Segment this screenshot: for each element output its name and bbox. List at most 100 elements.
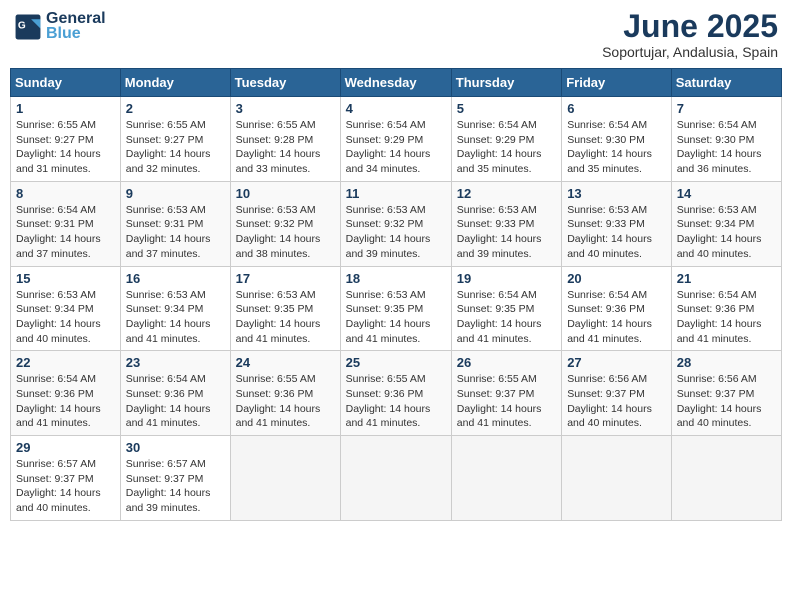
calendar-cell: 18Sunrise: 6:53 AM Sunset: 9:35 PM Dayli… [340,266,451,351]
day-number: 30 [126,440,225,455]
calendar-cell: 13Sunrise: 6:53 AM Sunset: 9:33 PM Dayli… [562,181,672,266]
day-info: Sunrise: 6:54 AM Sunset: 9:36 PM Dayligh… [677,288,776,347]
day-info: Sunrise: 6:54 AM Sunset: 9:30 PM Dayligh… [677,118,776,177]
day-number: 19 [457,271,556,286]
day-info: Sunrise: 6:55 AM Sunset: 9:37 PM Dayligh… [457,372,556,431]
day-number: 8 [16,186,115,201]
day-info: Sunrise: 6:56 AM Sunset: 9:37 PM Dayligh… [677,372,776,431]
location-subtitle: Soportujar, Andalusia, Spain [602,44,778,60]
day-number: 10 [236,186,335,201]
day-number: 2 [126,101,225,116]
calendar-header-row: SundayMondayTuesdayWednesdayThursdayFrid… [11,69,782,97]
day-number: 9 [126,186,225,201]
calendar-cell: 17 Sunrise: 6:53 AM Sunset: 9:35 PM Dayli… [230,266,340,351]
logo-icon: G [14,13,42,41]
calendar-week-row: 15 Sunrise: 6:53 AM Sunset: 9:34 PM Dayli… [11,266,782,351]
day-info: Sunrise: 6:54 AM Sunset: 9:36 PM Dayligh… [567,288,666,347]
calendar-table: SundayMondayTuesdayWednesdayThursdayFrid… [10,68,782,521]
day-number: 27 [567,355,666,370]
day-number: 25 [346,355,446,370]
calendar-cell: 26 Sunrise: 6:55 AM Sunset: 9:37 PM Dayli… [451,351,561,436]
calendar-cell: 3 Sunrise: 6:55 AM Sunset: 9:28 PM Daylig… [230,97,340,182]
day-number: 20 [567,271,666,286]
calendar-week-row: 8 Sunrise: 6:54 AM Sunset: 9:31 PM Daylig… [11,181,782,266]
day-number: 16 [126,271,225,286]
day-info: Sunrise: 6:53 AM Sunset: 9:33 PM Dayligh… [457,203,556,262]
day-number: 26 [457,355,556,370]
calendar-cell: 27Sunrise: 6:56 AM Sunset: 9:37 PM Dayli… [562,351,672,436]
calendar-cell [230,436,340,521]
svg-text:G: G [18,20,26,31]
calendar-cell: 5Sunrise: 6:54 AM Sunset: 9:29 PM Daylig… [451,97,561,182]
day-info: Sunrise: 6:55 AM Sunset: 9:36 PM Dayligh… [346,372,446,431]
day-number: 17 [236,271,335,286]
col-header-thursday: Thursday [451,69,561,97]
page-header: G General Blue June 2025 Soportujar, And… [10,10,782,60]
calendar-cell: 4Sunrise: 6:54 AM Sunset: 9:29 PM Daylig… [340,97,451,182]
day-number: 18 [346,271,446,286]
calendar-cell: 14 Sunrise: 6:53 AM Sunset: 9:34 PM Dayli… [671,181,781,266]
calendar-cell: 12Sunrise: 6:53 AM Sunset: 9:33 PM Dayli… [451,181,561,266]
col-header-saturday: Saturday [671,69,781,97]
calendar-cell: 10 Sunrise: 6:53 AM Sunset: 9:32 PM Dayli… [230,181,340,266]
day-info: Sunrise: 6:55 AM Sunset: 9:27 PM Dayligh… [126,118,225,177]
day-number: 15 [16,271,115,286]
col-header-tuesday: Tuesday [230,69,340,97]
day-info: Sunrise: 6:53 AM Sunset: 9:31 PM Dayligh… [126,203,225,262]
day-number: 14 [677,186,776,201]
calendar-cell [451,436,561,521]
calendar-cell [562,436,672,521]
day-info: Sunrise: 6:53 AM Sunset: 9:34 PM Dayligh… [16,288,115,347]
calendar-cell: 24 Sunrise: 6:55 AM Sunset: 9:36 PM Dayli… [230,351,340,436]
day-number: 22 [16,355,115,370]
month-title: June 2025 [602,10,778,42]
title-block: June 2025 Soportujar, Andalusia, Spain [602,10,778,60]
logo: G General Blue [14,10,106,43]
calendar-cell: 8 Sunrise: 6:54 AM Sunset: 9:31 PM Daylig… [11,181,121,266]
calendar-cell: 1 Sunrise: 6:55 AM Sunset: 9:27 PM Daylig… [11,97,121,182]
calendar-cell: 30Sunrise: 6:57 AM Sunset: 9:37 PM Dayli… [120,436,230,521]
col-header-friday: Friday [562,69,672,97]
col-header-monday: Monday [120,69,230,97]
calendar-cell: 21Sunrise: 6:54 AM Sunset: 9:36 PM Dayli… [671,266,781,351]
calendar-cell: 20 Sunrise: 6:54 AM Sunset: 9:36 PM Dayli… [562,266,672,351]
day-info: Sunrise: 6:54 AM Sunset: 9:29 PM Dayligh… [457,118,556,177]
day-number: 1 [16,101,115,116]
day-number: 7 [677,101,776,116]
day-info: Sunrise: 6:55 AM Sunset: 9:36 PM Dayligh… [236,372,335,431]
day-info: Sunrise: 6:53 AM Sunset: 9:32 PM Dayligh… [236,203,335,262]
day-number: 6 [567,101,666,116]
day-info: Sunrise: 6:55 AM Sunset: 9:27 PM Dayligh… [16,118,115,177]
day-number: 11 [346,186,446,201]
day-number: 23 [126,355,225,370]
calendar-cell: 23Sunrise: 6:54 AM Sunset: 9:36 PM Dayli… [120,351,230,436]
calendar-cell: 9 Sunrise: 6:53 AM Sunset: 9:31 PM Daylig… [120,181,230,266]
day-number: 24 [236,355,335,370]
day-info: Sunrise: 6:55 AM Sunset: 9:28 PM Dayligh… [236,118,335,177]
day-info: Sunrise: 6:54 AM Sunset: 9:31 PM Dayligh… [16,203,115,262]
calendar-cell: 11 Sunrise: 6:53 AM Sunset: 9:32 PM Dayli… [340,181,451,266]
col-header-sunday: Sunday [11,69,121,97]
day-info: Sunrise: 6:53 AM Sunset: 9:32 PM Dayligh… [346,203,446,262]
calendar-cell: 2 Sunrise: 6:55 AM Sunset: 9:27 PM Daylig… [120,97,230,182]
calendar-week-row: 1 Sunrise: 6:55 AM Sunset: 9:27 PM Daylig… [11,97,782,182]
day-info: Sunrise: 6:53 AM Sunset: 9:35 PM Dayligh… [236,288,335,347]
day-info: Sunrise: 6:54 AM Sunset: 9:35 PM Dayligh… [457,288,556,347]
day-info: Sunrise: 6:54 AM Sunset: 9:36 PM Dayligh… [16,372,115,431]
calendar-cell [671,436,781,521]
day-info: Sunrise: 6:53 AM Sunset: 9:34 PM Dayligh… [126,288,225,347]
day-info: Sunrise: 6:57 AM Sunset: 9:37 PM Dayligh… [16,457,115,516]
logo-text: General Blue [46,10,106,43]
calendar-cell: 28 Sunrise: 6:56 AM Sunset: 9:37 PM Dayli… [671,351,781,436]
day-number: 29 [16,440,115,455]
day-info: Sunrise: 6:54 AM Sunset: 9:30 PM Dayligh… [567,118,666,177]
day-number: 28 [677,355,776,370]
day-info: Sunrise: 6:53 AM Sunset: 9:33 PM Dayligh… [567,203,666,262]
day-number: 4 [346,101,446,116]
calendar-cell: 22 Sunrise: 6:54 AM Sunset: 9:36 PM Dayli… [11,351,121,436]
day-info: Sunrise: 6:53 AM Sunset: 9:34 PM Dayligh… [677,203,776,262]
calendar-week-row: 29 Sunrise: 6:57 AM Sunset: 9:37 PM Dayli… [11,436,782,521]
calendar-cell: 15 Sunrise: 6:53 AM Sunset: 9:34 PM Dayli… [11,266,121,351]
day-number: 3 [236,101,335,116]
calendar-cell: 6 Sunrise: 6:54 AM Sunset: 9:30 PM Daylig… [562,97,672,182]
